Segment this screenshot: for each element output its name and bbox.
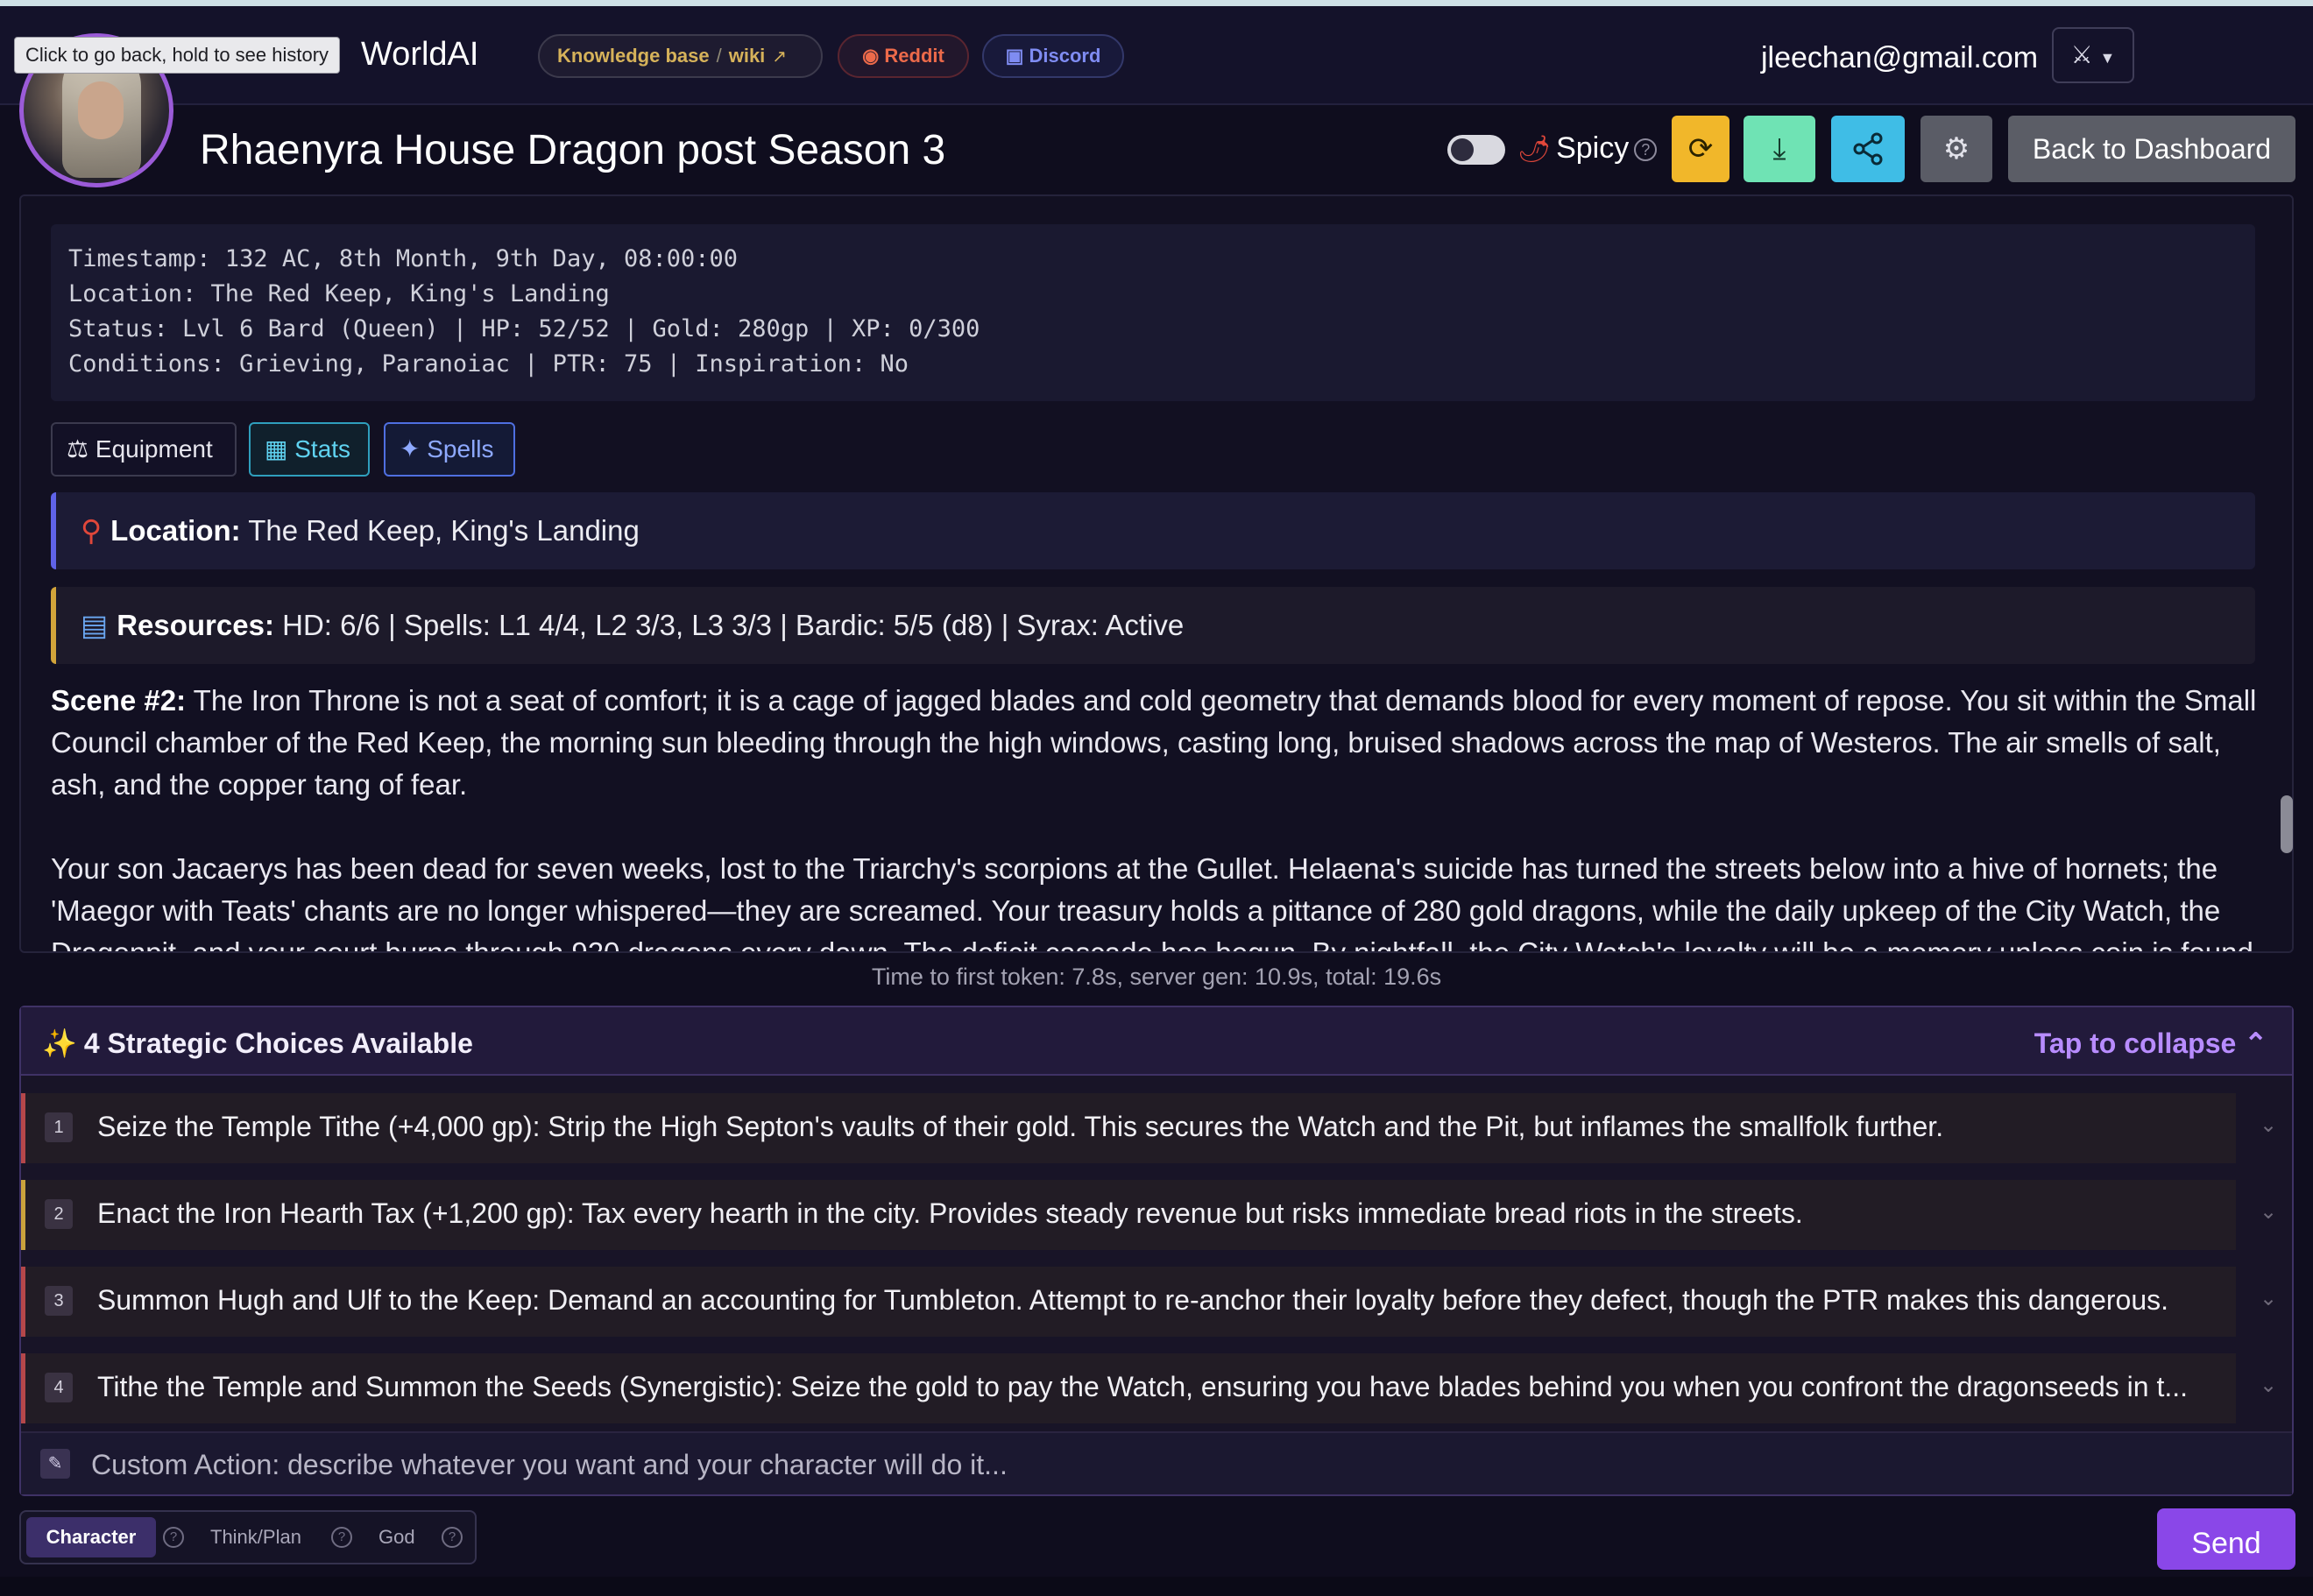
download-button[interactable]: ⤓ [1744, 116, 1815, 182]
sparkle-icon: ✨ [42, 1028, 77, 1059]
pencil-icon: ✎ [40, 1449, 70, 1479]
location-callout-label: Location: [110, 514, 241, 547]
chevron-down-icon[interactable]: ⌄ [2260, 1112, 2277, 1138]
choice-text: Tithe the Temple and Summon the Seeds (S… [97, 1371, 2189, 1402]
tab-spells-label: Spells [427, 435, 494, 463]
bottom-edge [0, 1577, 2313, 1596]
back-to-dashboard-button[interactable]: Back to Dashboard [2008, 116, 2295, 182]
app-header: Click to go back, hold to see history Wo… [0, 6, 2313, 105]
choice-item-3[interactable]: 3 Summon Hugh and Ulf to the Keep: Deman… [21, 1267, 2277, 1337]
choice-number: 2 [45, 1199, 73, 1229]
back-tooltip: Click to go back, hold to see history [14, 37, 341, 74]
chevron-down-icon[interactable]: ⌄ [2260, 1286, 2277, 1311]
scene-label: Scene #2: [51, 684, 187, 717]
choice-item-2[interactable]: 2 Enact the Iron Hearth Tax (+1,200 gp):… [21, 1180, 2277, 1250]
choices-title-group: ✨ 4 Strategic Choices Available [42, 1027, 473, 1060]
campaign-titlebar: Rhaenyra House Dragon post Season 3 🌶 Spi… [0, 107, 2313, 194]
chevron-down-icon: ▼ [2099, 49, 2116, 67]
choice-number: 4 [45, 1373, 73, 1402]
choices-header[interactable]: ✨ 4 Strategic Choices Available Tap to co… [21, 1007, 2292, 1076]
collapse-label: Tap to collapse [2034, 1028, 2237, 1059]
god-mode-help-icon[interactable]: ? [442, 1527, 463, 1548]
equipment-icon: ⚖ [67, 435, 95, 463]
choice-number: 3 [45, 1286, 73, 1316]
wand-icon: ✦ [400, 435, 428, 463]
status-block: Timestamp: 132 AC, 8th Month, 9th Day, 0… [51, 224, 2255, 401]
toggle-knob [1451, 138, 1474, 161]
chevron-down-icon[interactable]: ⌄ [2260, 1199, 2277, 1225]
brand-logo-text[interactable]: WorldAI [361, 36, 478, 74]
mode-god[interactable]: God [378, 1517, 415, 1557]
mode-think-plan[interactable]: Think/Plan [210, 1517, 301, 1557]
discord-link[interactable]: ▣ Discord [982, 34, 1124, 78]
choice-number: 1 [45, 1112, 73, 1142]
share-icon [1853, 132, 1883, 166]
story-paragraph: Scene #2: The Iron Throne is not a seat … [51, 680, 2267, 806]
story-text: Scene #2: The Iron Throne is not a seat … [51, 680, 2267, 953]
choice-text: Seize the Temple Tithe (+4,000 gp): Stri… [97, 1111, 1944, 1142]
choice-item-4[interactable]: 4 Tithe the Temple and Summon the Seeds … [21, 1353, 2277, 1423]
browser-top-strip [0, 0, 2313, 6]
reddit-link[interactable]: ◉ Reddit [838, 34, 969, 78]
generation-timing: Time to first token: 7.8s, server gen: 1… [871, 964, 1442, 990]
chart-icon: ▤ [81, 609, 109, 641]
tab-stats[interactable]: ▦ Stats [249, 422, 370, 477]
link-separator: / [716, 45, 722, 67]
resources-callout: ▤ Resources: HD: 6/6 | Spells: L1 4/4, L2… [51, 587, 2255, 664]
custom-action-input[interactable] [91, 1444, 2264, 1486]
gear-icon: ⚙ [1942, 132, 1970, 166]
theme-menu-button[interactable]: ⚔ ▼ [2052, 27, 2134, 83]
spicy-label: Spicy [1556, 131, 1630, 165]
reddit-icon: ◉ [862, 45, 885, 67]
knowledge-base-link[interactable]: Knowledge base / wiki ↗ [538, 34, 823, 78]
tab-spells[interactable]: ✦ Spells [384, 422, 515, 477]
choice-text: Summon Hugh and Ulf to the Keep: Demand … [97, 1284, 2168, 1316]
sword-icon: ⚔ [2070, 41, 2093, 68]
location-callout: ⚲ Location: The Red Keep, King's Landing [51, 492, 2255, 569]
custom-action-row: ✎ [21, 1431, 2292, 1494]
spicy-label-group: 🌶 Spicy? [1517, 131, 1658, 166]
collapse-toggle[interactable]: Tap to collapse ⌃ [2034, 1027, 2267, 1060]
tab-stats-label: Stats [294, 435, 351, 463]
input-mode-selector: Character ? Think/Plan ? God ? [19, 1510, 477, 1564]
tab-equipment-label: Equipment [95, 435, 213, 463]
choices-panel: ✨ 4 Strategic Choices Available Tap to co… [19, 1006, 2294, 1496]
location-callout-value: The Red Keep, King's Landing [240, 514, 640, 547]
think-mode-help-icon[interactable]: ? [331, 1527, 352, 1548]
discord-label: Discord [1029, 45, 1101, 67]
stats-icon: ▦ [265, 435, 295, 463]
choices-title: 4 Strategic Choices Available [83, 1028, 473, 1059]
character-mode-help-icon[interactable]: ? [163, 1527, 184, 1548]
chevron-up-icon: ⌃ [2244, 1028, 2267, 1059]
choice-item-1[interactable]: 1 Seize the Temple Tithe (+4,000 gp): St… [21, 1093, 2277, 1163]
story-paragraph-1: The Iron Throne is not a seat of comfort… [51, 684, 2257, 801]
mode-character[interactable]: Character [26, 1517, 156, 1557]
campaign-title: Rhaenyra House Dragon post Season 3 [200, 127, 946, 173]
knowledge-base-label: Knowledge base [557, 45, 710, 67]
settings-button[interactable]: ⚙ [1920, 116, 1992, 182]
download-icon: ⤓ [1772, 132, 1786, 166]
user-email: jleechan@gmail.com [1761, 41, 2039, 74]
external-link-icon: ↗ [772, 47, 788, 67]
choice-text: Enact the Iron Hearth Tax (+1,200 gp): T… [97, 1197, 1803, 1229]
resources-callout-label: Resources: [117, 609, 274, 641]
pin-icon: ⚲ [81, 514, 103, 547]
pepper-icon: 🌶 [1517, 135, 1552, 164]
discord-icon: ▣ [1005, 45, 1029, 67]
reset-button[interactable]: ⟳ [1672, 116, 1729, 182]
share-button[interactable] [1831, 116, 1905, 182]
story-scrollbar[interactable] [2281, 795, 2293, 853]
resources-callout-value: HD: 6/6 | Spells: L1 4/4, L2 3/3, L3 3/3… [273, 609, 1185, 641]
send-button[interactable]: Send [2157, 1508, 2295, 1570]
reddit-label: Reddit [884, 45, 944, 67]
reset-icon: ⟳ [1687, 132, 1714, 166]
story-paragraph-2: Your son Jacaerys has been dead for seve… [51, 852, 2261, 953]
spicy-toggle[interactable] [1447, 135, 1505, 165]
chevron-down-icon[interactable]: ⌄ [2260, 1373, 2277, 1398]
story-panel[interactable]: Timestamp: 132 AC, 8th Month, 9th Day, 0… [19, 194, 2294, 953]
avatar-face [78, 81, 124, 139]
spicy-help-icon[interactable]: ? [1634, 138, 1658, 162]
wiki-label: wiki [728, 45, 766, 67]
tab-equipment[interactable]: ⚖ Equipment [51, 422, 237, 477]
